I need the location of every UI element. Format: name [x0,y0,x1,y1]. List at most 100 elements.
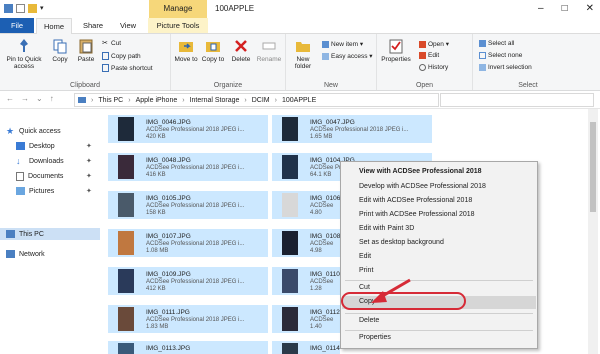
menu-edit-with-acdsee[interactable]: Edit with ACDSee Professional 2018 [359,197,472,204]
file-name: IMG_0114 [310,345,340,352]
rename-button[interactable]: Rename [255,38,283,63]
select-none-button[interactable]: Select none [479,52,522,59]
menu-edit[interactable]: Edit [359,253,371,260]
new-folder-button[interactable]: New folder [288,38,318,70]
tab-share[interactable]: Share [78,18,108,33]
customize-toolbar-icon[interactable]: ▾ [40,4,49,13]
menu-delete[interactable]: Delete [359,317,379,324]
breadcrumb-dcim[interactable]: DCIM [252,97,270,104]
select-none-icon [479,52,486,59]
scissors-icon: ✂ [102,40,108,47]
file-item[interactable]: IMG_0046.JPG ACDSee Professional 2018 JP… [108,115,268,143]
search-input[interactable] [440,93,594,107]
copy-path-button[interactable]: Copy path [102,52,141,60]
breadcrumb-apple-iphone[interactable]: Apple iPhone [136,97,178,104]
breadcrumb-internal-storage[interactable]: Internal Storage [190,97,240,104]
manage-context-tab[interactable]: Manage [149,0,207,18]
menu-properties[interactable]: Properties [359,334,391,341]
file-item[interactable]: IMG_0048.JPG ACDSee Professional 2018 JP… [108,153,268,181]
edit-icon [419,52,426,59]
file-item[interactable]: IMG_0106 ACDSee 4.80 [272,191,340,219]
menu-develop-with-acdsee[interactable]: Develop with ACDSee Professional 2018 [359,183,486,190]
pin-quick-access-button[interactable]: Pin to Quick access [2,38,46,70]
new-item-button[interactable]: New item ▾ [322,40,363,48]
pin-label: Pin to Quick access [6,56,42,70]
file-type: ACDSee Professional 2018 JPEG i... [146,203,245,209]
file-name: IMG_0046.JPG [146,119,191,126]
cut-button[interactable]: ✂ Cut [102,40,121,47]
nav-desktop[interactable]: Desktop [16,140,55,152]
select-all-button[interactable]: Select all [479,40,514,47]
copy-button[interactable]: Copy [48,38,72,63]
open-button[interactable]: Open ▾ [419,40,449,48]
file-size: 1.40 [310,324,322,330]
nav-this-pc-label: This PC [19,230,44,238]
properties-button[interactable]: Properties [379,38,413,63]
scrollbar-thumb[interactable] [590,122,596,212]
file-item[interactable]: IMG_0108 ACDSee 4.98 [272,229,340,257]
delete-button[interactable]: Delete [229,38,253,63]
back-arrow-icon[interactable]: ← [6,94,14,103]
save-icon[interactable] [4,4,13,13]
history-button[interactable]: History [419,64,448,71]
file-type: ACDSee [310,317,334,323]
file-item[interactable]: IMG_0113.JPG [108,341,268,354]
file-item[interactable]: IMG_0107.JPG ACDSee Professional 2018 JP… [108,229,268,257]
move-to-button[interactable]: Move to [173,38,199,63]
paste-button[interactable]: Paste [74,38,98,63]
nav-pictures-label: Pictures [29,187,55,195]
nav-pictures[interactable]: Pictures [16,185,54,197]
file-size: 4.80 [310,210,322,216]
maximize-icon[interactable]: □ [562,3,568,14]
file-item[interactable]: IMG_0111.JPG ACDSee Professional 2018 JP… [108,305,268,333]
tab-file[interactable]: File [0,18,34,33]
paste-shortcut-button[interactable]: Paste shortcut [102,64,153,72]
clipboard-group: Pin to Quick access Copy Paste ✂ Cut Cop… [0,34,171,90]
menu-set-desktop-background[interactable]: Set as desktop background [359,239,444,246]
easy-access-button[interactable]: Easy access ▾ [322,52,373,60]
nav-documents[interactable]: Documents [16,170,63,182]
nav-this-pc[interactable]: This PC [0,228,100,240]
menu-print-with-acdsee[interactable]: Print with ACDSee Professional 2018 [359,211,475,218]
file-item[interactable]: IMG_0047.JPG ACDSee Professional 2018 JP… [272,115,432,143]
file-size: 1.28 [310,286,322,292]
file-item[interactable]: IMG_0112 ACDSee 1.40 [272,305,340,333]
recent-dropdown-icon[interactable]: ⌄ [36,94,43,103]
up-arrow-icon[interactable]: ↑ [50,94,54,103]
file-item[interactable]: IMG_0109.JPG ACDSee Professional 2018 JP… [108,267,268,295]
menu-edit-with-paint3d[interactable]: Edit with Paint 3D [359,225,414,232]
invert-selection-button[interactable]: Invert selection [479,64,532,71]
edit-button[interactable]: Edit [419,52,439,59]
pin-icon [16,38,32,54]
breadcrumb-100apple[interactable]: 100APPLE [282,97,316,104]
thumbnail [118,269,134,293]
file-size: 158 KB [146,210,166,216]
nav-quick-access[interactable]: ★ Quick access [6,125,61,137]
menu-view-with-acdsee[interactable]: View with ACDSee Professional 2018 [359,168,482,175]
nav-network[interactable]: Network [6,248,45,260]
address-bar[interactable]: › This PC › Apple iPhone › Internal Stor… [74,93,439,107]
file-item[interactable]: IMG_0114 [272,341,340,354]
breadcrumb-separator: › [182,96,185,104]
tab-home[interactable]: Home [36,18,72,34]
close-icon[interactable]: ✕ [586,3,594,14]
file-type: ACDSee Professional 2018 JPEG i... [146,241,245,247]
file-type: ACDSee Professional 2018 JPEG i... [146,279,245,285]
new-folder-icon[interactable] [28,4,37,13]
pin-icon: ✦ [86,143,92,150]
tab-view[interactable]: View [114,18,142,33]
file-name: IMG_0111.JPG [146,309,190,316]
file-item[interactable]: IMG_0110 ACDSee 1.28 [272,267,340,295]
minimize-icon[interactable]: – [538,3,544,14]
thumbnail [118,307,134,331]
breadcrumb-this-pc[interactable]: This PC [98,97,123,104]
forward-arrow-icon[interactable]: → [21,94,29,103]
tab-picture-tools[interactable]: Picture Tools [148,18,208,33]
nav-desktop-label: Desktop [29,142,55,150]
nav-downloads[interactable]: ↓ Downloads [16,155,64,167]
copy-to-button[interactable]: Copy to [200,38,226,63]
file-item[interactable]: IMG_0105.JPG ACDSee Professional 2018 JP… [108,191,268,219]
properties-icon[interactable] [16,4,25,13]
thumbnail [118,193,134,217]
menu-print[interactable]: Print [359,267,373,274]
